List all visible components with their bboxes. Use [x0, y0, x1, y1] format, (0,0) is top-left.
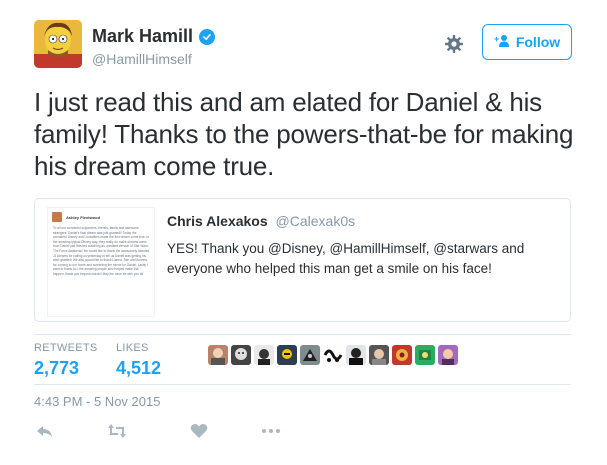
divider-middle: [34, 384, 571, 385]
more-icon[interactable]: [260, 420, 282, 442]
author-names: Mark Hamill @HamillHimself: [92, 26, 216, 67]
liker-avatar[interactable]: [369, 345, 389, 365]
liker-avatar[interactable]: [392, 345, 412, 365]
liker-avatar[interactable]: [300, 345, 320, 365]
author-display-name[interactable]: Mark Hamill: [92, 26, 193, 47]
add-user-icon: +: [494, 34, 510, 51]
liker-avatar[interactable]: [415, 345, 435, 365]
thumb-header: Ashley Fleetwood: [52, 212, 100, 222]
liker-avatar[interactable]: [208, 345, 228, 365]
author-handle[interactable]: @HamillHimself: [92, 51, 215, 67]
svg-text:+: +: [494, 34, 499, 44]
tweet-header: Mark Hamill @HamillHimself + Follow: [34, 20, 574, 76]
thumb-avatar: [52, 212, 62, 222]
tweet-timestamp[interactable]: 4:43 PM - 5 Nov 2015: [34, 394, 160, 409]
avatar[interactable]: [34, 20, 82, 68]
quoted-author-name[interactable]: Chris Alexakos: [167, 213, 268, 229]
gear-icon[interactable]: [444, 34, 464, 54]
retweets-label: RETWEETS: [34, 342, 98, 354]
follow-label: Follow: [515, 34, 561, 50]
likes-count: 4,512: [116, 358, 162, 378]
author-display-name-row: Mark Hamill: [92, 26, 216, 47]
liker-avatar[interactable]: [231, 345, 251, 365]
liker-avatar[interactable]: [438, 345, 458, 365]
likes-label: LIKES: [116, 342, 149, 354]
simpsons-avatar-image: [34, 20, 82, 68]
liker-avatars: [208, 345, 458, 365]
retweet-icon[interactable]: [106, 420, 128, 442]
likes-stat[interactable]: LIKES 4,512: [116, 342, 161, 379]
verified-badge-icon: [199, 28, 216, 45]
quoted-tweet-image[interactable]: Ashley Fleetwood To all our wonderful su…: [47, 207, 155, 317]
quoted-tweet-text: YES! Thank you @Disney, @HamillHimself, …: [167, 241, 525, 276]
thumb-body-text: To all our wonderful supporters, friends…: [53, 226, 150, 276]
thumb-author: Ashley Fleetwood: [66, 214, 101, 220]
tweet-text: I just read this and am elated for Danie…: [34, 87, 574, 181]
liker-avatar[interactable]: [346, 345, 366, 365]
heart-icon[interactable]: [188, 420, 210, 442]
quoted-author-handle[interactable]: @Calexak0s: [276, 213, 356, 229]
reply-icon[interactable]: [34, 420, 56, 442]
quoted-author: Chris Alexakos @Calexak0s: [167, 213, 355, 229]
retweets-count: 2,773: [34, 358, 80, 378]
divider-top: [34, 334, 571, 335]
liker-avatar[interactable]: [323, 345, 343, 365]
retweets-stat[interactable]: RETWEETS 2,773: [34, 342, 98, 379]
follow-button[interactable]: + Follow: [482, 24, 572, 60]
liker-avatar[interactable]: [277, 345, 297, 365]
quoted-tweet-card[interactable]: Ashley Fleetwood To all our wonderful su…: [34, 198, 571, 322]
liker-avatar[interactable]: [254, 345, 274, 365]
